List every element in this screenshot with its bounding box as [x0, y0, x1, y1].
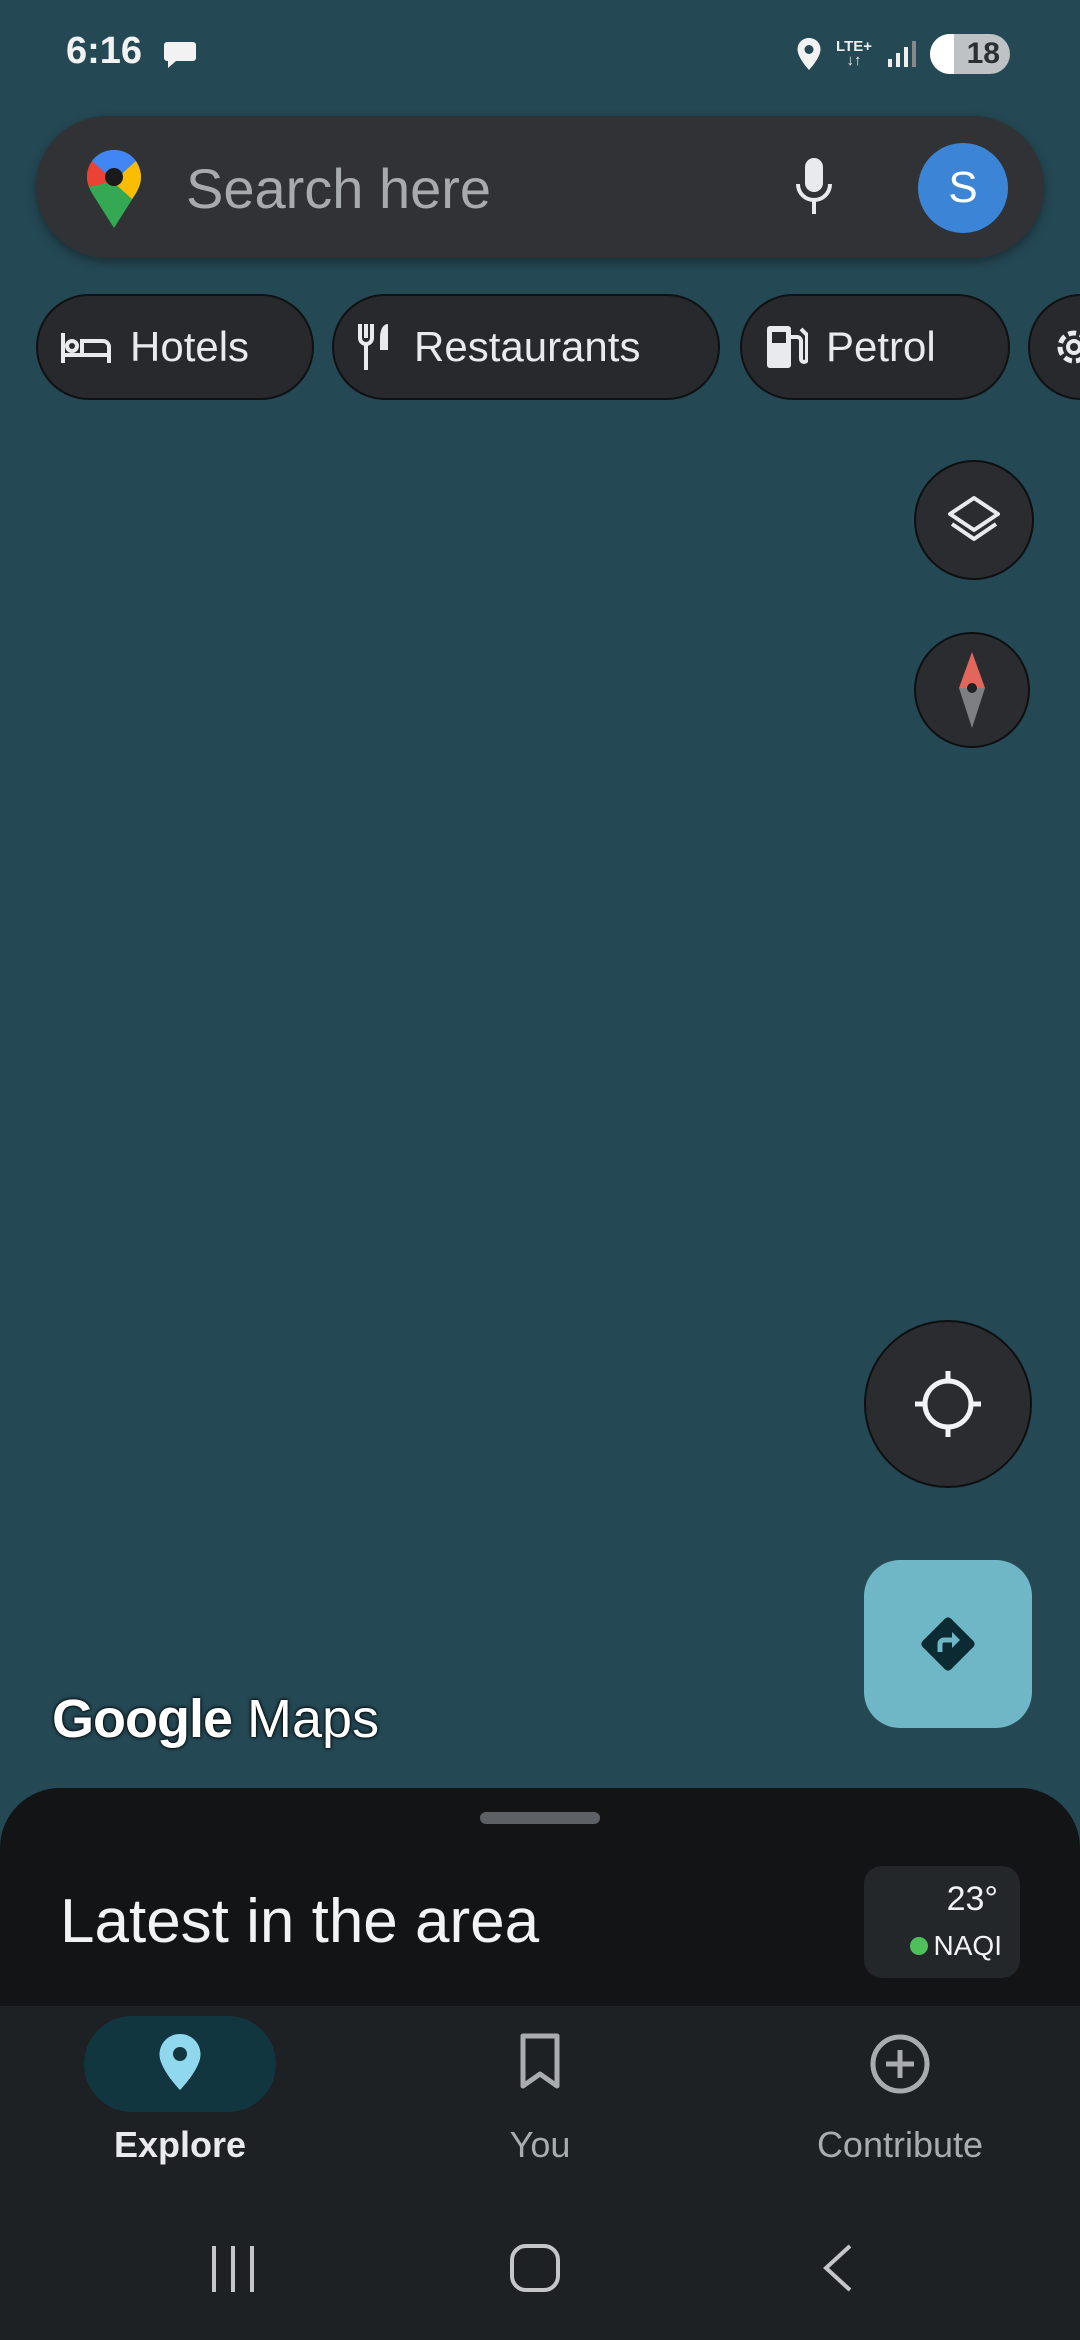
air-quality: NAQI — [909, 1930, 1002, 1962]
avatar[interactable]: S — [918, 143, 1008, 233]
brand-google: Google — [52, 1689, 233, 1749]
home-icon[interactable] — [508, 2240, 562, 2296]
nav-explore[interactable]: Explore — [0, 2006, 360, 2200]
signal-icon — [888, 41, 916, 67]
chip-label: Restaurants — [414, 323, 641, 370]
status-time: 6:16 — [66, 30, 143, 72]
microphone-icon[interactable] — [794, 156, 834, 218]
my-location-button[interactable] — [864, 1320, 1032, 1488]
drag-handle[interactable] — [480, 1812, 600, 1824]
compass-button[interactable] — [914, 632, 1030, 748]
status-icons: LTE+ ↓↑ 18 — [796, 34, 1010, 74]
bookmark-icon — [520, 2033, 560, 2089]
fuel-pump-icon — [767, 326, 808, 368]
status-bar: 6:16 LTE+ ↓↑ 18 — [0, 0, 1080, 110]
chip-label: Petrol — [826, 323, 936, 370]
restaurant-icon — [358, 324, 388, 370]
nav-label: You — [509, 2124, 571, 2165]
bed-icon — [61, 333, 111, 363]
location-pin-icon — [159, 2034, 201, 2090]
nav-contribute[interactable]: Contribute — [720, 2006, 1080, 2200]
google-maps-watermark: Google Maps — [52, 1688, 379, 1750]
network-type: LTE+ ↓↑ — [836, 38, 872, 69]
back-icon[interactable] — [818, 2240, 858, 2296]
battery-indicator: 18 — [930, 34, 1010, 74]
chip-hotels[interactable]: Hotels — [36, 294, 314, 400]
sheet-title: Latest in the area — [60, 1887, 540, 1956]
aqi-dot-icon — [909, 1937, 928, 1955]
category-chips: Hotels Restaurants Petrol — [36, 294, 1080, 404]
search-input[interactable]: Search here — [186, 156, 491, 221]
nav-label: Contribute — [816, 2124, 984, 2165]
google-maps-logo-icon — [87, 150, 141, 228]
layers-icon — [948, 496, 1000, 541]
directions-button[interactable] — [864, 1560, 1032, 1728]
chip-more[interactable] — [1028, 294, 1080, 400]
nav-label: Explore — [113, 2124, 247, 2165]
bottom-nav: Explore You Contribute — [0, 2006, 1080, 2200]
chat-bubble-icon — [164, 42, 196, 68]
chip-label: Hotels — [130, 323, 250, 370]
directions-icon — [921, 1617, 975, 1671]
recent-apps-icon[interactable] — [208, 2240, 258, 2296]
settings-icon — [1057, 330, 1080, 364]
weather-card[interactable]: 23° NAQI — [864, 1866, 1020, 1978]
nav-you[interactable]: You — [360, 2006, 720, 2200]
search-bar[interactable]: Search here S — [36, 116, 1044, 258]
aqi-label: NAQI — [933, 1930, 1002, 1961]
chip-petrol[interactable]: Petrol — [740, 294, 1010, 400]
layers-button[interactable] — [914, 460, 1034, 580]
bottom-sheet[interactable]: Latest in the area 23° NAQI — [0, 1788, 1080, 2008]
compass-icon — [959, 652, 985, 728]
weather-temperature: 23° — [946, 1880, 998, 1918]
add-circle-icon — [870, 2034, 930, 2094]
brand-maps: Maps — [247, 1689, 380, 1749]
location-status-icon — [797, 38, 821, 70]
chip-restaurants[interactable]: Restaurants — [332, 294, 720, 400]
crosshair-icon — [915, 1371, 981, 1437]
system-nav-bar — [0, 2200, 1080, 2340]
